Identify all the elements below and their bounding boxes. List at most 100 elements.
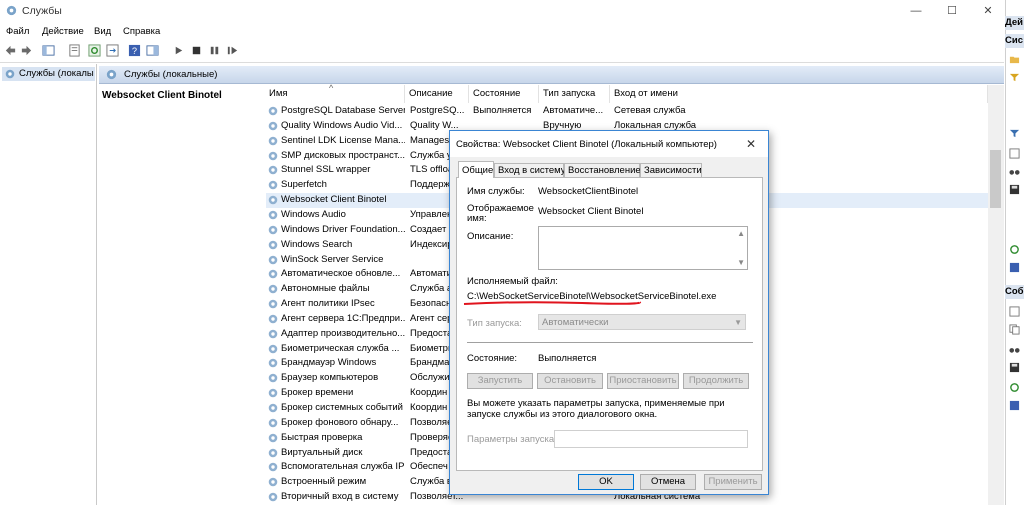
services-gear-icon: [5, 69, 15, 79]
service-gear-icon: [268, 448, 278, 457]
console-tree: Службы (локалы: [0, 64, 97, 505]
panel-header-title: Службы (локальные): [124, 69, 218, 80]
stop-service-icon[interactable]: [190, 44, 203, 57]
service-name: Адаптер производительно...: [281, 327, 405, 339]
save-icon[interactable]: [1009, 362, 1020, 373]
service-gear-icon: [268, 433, 278, 442]
start-params-hint: Вы можете указать параметры запуска, при…: [467, 398, 725, 420]
service-gear-icon: [268, 299, 278, 309]
resume-button[interactable]: Продолжить: [683, 373, 749, 389]
service-gear-icon: [268, 121, 278, 131]
service-name: Автоматическое обновле...: [281, 268, 401, 280]
service-name: Quality Windows Audio Vid...: [281, 119, 403, 131]
ok-button[interactable]: OK: [578, 474, 634, 490]
service-name: Брандмауэр Windows: [281, 357, 377, 369]
properties-icon[interactable]: [1009, 306, 1020, 317]
filter-icon[interactable]: [1009, 128, 1020, 139]
start-params-label: Параметры запуска:: [467, 434, 557, 445]
scrollbar-thumb[interactable]: [990, 150, 1001, 208]
tab-logon[interactable]: Вход в систему: [494, 163, 566, 177]
service-name-value: WebsocketClientBinotel: [538, 186, 639, 197]
service-name: Агент сервера 1С:Предпри...: [281, 312, 405, 324]
properties-icon[interactable]: [68, 44, 81, 57]
title-bar: Службы — ☐ ✕: [0, 0, 1024, 23]
tab-dependencies[interactable]: Зависимости: [640, 163, 702, 177]
refresh-icon[interactable]: [1009, 244, 1020, 255]
service-name: Stunnel SSL wrapper: [281, 164, 371, 176]
service-gear-icon: [268, 388, 278, 398]
console-tree-icon[interactable]: [42, 44, 55, 57]
menu-action[interactable]: Действие: [42, 26, 84, 37]
binoculars-icon[interactable]: [1009, 344, 1020, 355]
service-gear-icon: [268, 151, 278, 160]
help-icon[interactable]: [1009, 400, 1020, 411]
service-name: SMP дисковых пространст...: [281, 149, 405, 161]
binoculars-icon[interactable]: [1009, 166, 1020, 177]
service-name: Websocket Client Binotel: [281, 194, 387, 206]
scroll-down-icon[interactable]: ▼: [737, 258, 745, 267]
menu-file[interactable]: Файл: [6, 26, 29, 37]
refresh-icon[interactable]: [1009, 382, 1020, 393]
executable-label: Исполняемый файл:: [467, 276, 558, 287]
dialog-close-button[interactable]: ✕: [740, 134, 762, 154]
cancel-button[interactable]: Отмена: [640, 474, 696, 490]
service-name: Агент политики IPsec: [281, 298, 375, 310]
tab-recovery[interactable]: Восстановление: [564, 163, 641, 177]
service-gear-icon: [268, 314, 278, 324]
tree-item-services-local[interactable]: Службы (локалы: [2, 67, 95, 81]
start-params-input[interactable]: [554, 430, 748, 448]
column-header-startup-type[interactable]: Тип запуска: [539, 85, 610, 103]
forward-arrow-icon[interactable]: [20, 44, 33, 57]
tab-general[interactable]: Общие: [458, 161, 494, 178]
table-row[interactable]: PostgreSQL Database Server... PostgreSQ..…: [266, 104, 988, 119]
service-description: PostgreSQ...: [410, 105, 465, 116]
back-arrow-icon[interactable]: [4, 44, 17, 57]
column-header-description[interactable]: Описание: [405, 85, 469, 103]
scroll-up-icon[interactable]: ▲: [737, 229, 745, 238]
service-gear-icon: [268, 195, 278, 205]
service-name: Брокер времени: [281, 387, 354, 399]
close-button[interactable]: ✕: [966, 0, 1010, 23]
chevron-down-icon: ▼: [734, 318, 742, 327]
copy-icon[interactable]: [1009, 324, 1020, 335]
folder-icon[interactable]: [1009, 54, 1020, 65]
menu-help[interactable]: Справка: [123, 26, 160, 37]
save-icon[interactable]: [1009, 184, 1020, 195]
vertical-scrollbar[interactable]: [988, 85, 1004, 505]
actions-services-header[interactable]: Сис: [1005, 34, 1024, 48]
service-gear-icon: [268, 284, 278, 294]
export-list-icon[interactable]: [106, 44, 119, 57]
service-gear-icon: [268, 180, 278, 190]
description-box[interactable]: ▲ ▼: [538, 226, 748, 270]
refresh-icon[interactable]: [88, 44, 101, 57]
stop-button[interactable]: Остановить: [537, 373, 603, 389]
filter-icon[interactable]: [1009, 72, 1020, 83]
column-header-logon-as[interactable]: Вход от имени: [610, 85, 988, 103]
actions-event-header[interactable]: Соб: [1005, 285, 1024, 299]
show-hide-pane-icon[interactable]: [146, 44, 159, 57]
service-gear-icon: [268, 270, 278, 279]
service-gear-icon: [268, 106, 278, 116]
start-button[interactable]: Запустить: [467, 373, 533, 389]
startup-type-select[interactable]: Автоматически ▼: [538, 314, 746, 330]
menu-view[interactable]: Вид: [94, 26, 111, 37]
column-header-status[interactable]: Состояние: [469, 85, 539, 103]
service-name: Sentinel LDK License Mana...: [281, 134, 405, 146]
help-icon[interactable]: [1009, 262, 1020, 273]
panel-header: Службы (локальные): [99, 66, 1004, 84]
svg-text:?: ?: [132, 46, 137, 56]
service-gear-icon: [268, 210, 278, 220]
restart-service-icon[interactable]: [226, 44, 239, 57]
column-header-name[interactable]: Имя ^: [265, 83, 405, 103]
actions-header: Дей: [1005, 16, 1024, 30]
service-gear-icon: [268, 240, 278, 249]
dialog-title: Свойства: Websocket Client Binotel (Лока…: [456, 139, 717, 150]
properties-icon[interactable]: [1009, 148, 1020, 159]
start-service-icon[interactable]: [172, 44, 185, 57]
service-name: Автономные файлы: [281, 283, 370, 295]
apply-button[interactable]: Применить: [704, 474, 762, 490]
dialog-title-bar: Свойства: Websocket Client Binotel (Лока…: [450, 131, 768, 157]
help-icon[interactable]: ?: [128, 44, 141, 57]
pause-service-icon[interactable]: [208, 44, 221, 57]
pause-button[interactable]: Приостановить: [607, 373, 679, 389]
